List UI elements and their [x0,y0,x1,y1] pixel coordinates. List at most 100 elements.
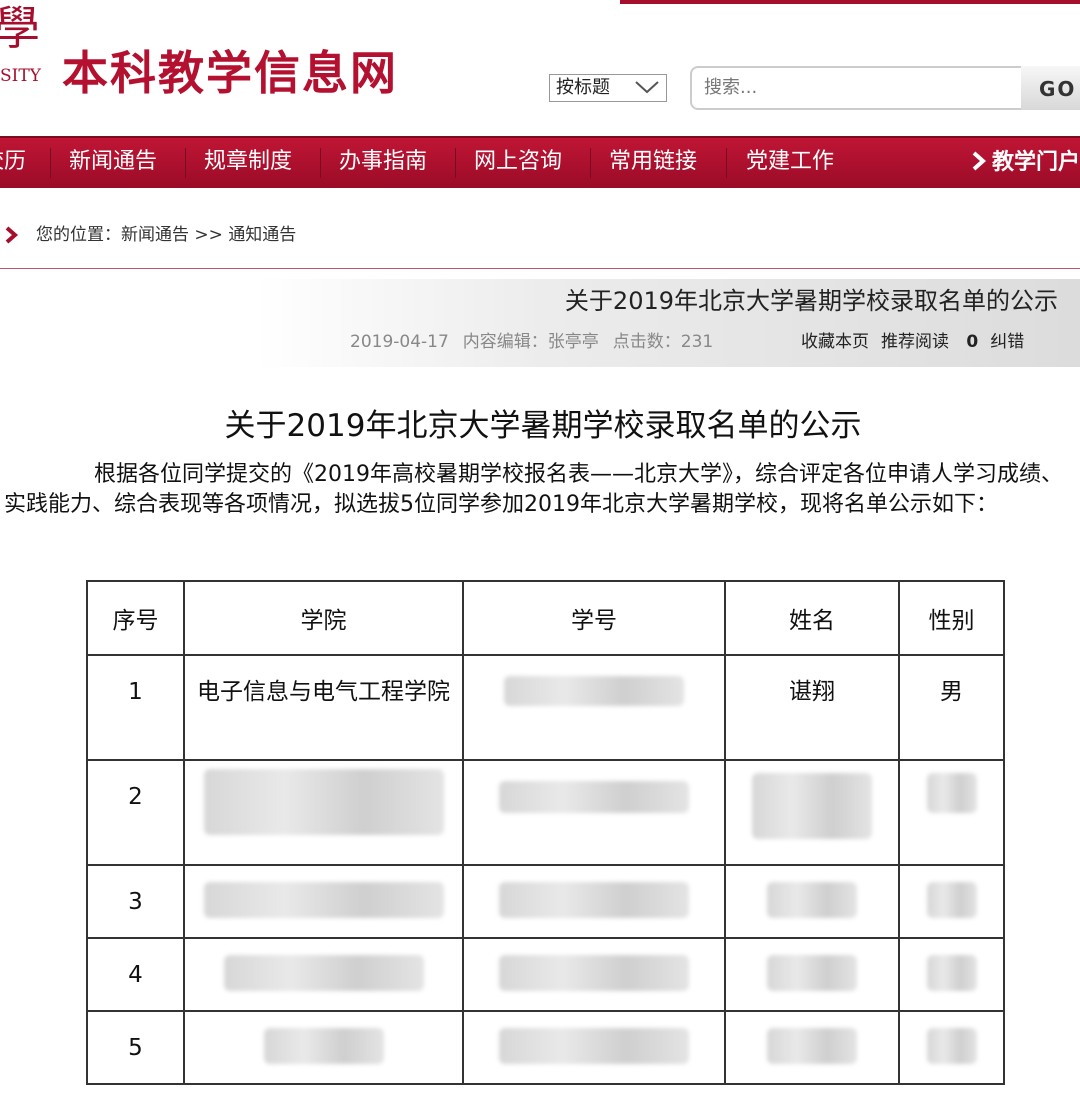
table-cell [898,864,1005,939]
redacted-name [767,882,857,918]
nav-divider [590,148,591,178]
table-cell [183,864,464,939]
nav-item-guide[interactable]: 办事指南 [339,138,427,188]
view-count: 点击数：231 [612,332,714,352]
row-number: 4 [128,962,143,988]
table-row: 1 电子信息与电气工程学院 谌翔 男 [86,654,1005,761]
nav-divider [50,148,51,178]
table-cell [724,1010,900,1085]
table-cell [462,937,726,1012]
column-header: 序号 [86,580,185,656]
search-go-button[interactable]: GO [1021,66,1080,110]
table-row: 4 [86,937,1005,1012]
table-cell [898,759,1005,866]
table-cell [462,654,726,761]
site-title[interactable]: 本科教学信息网 [62,40,398,106]
college-name: 电子信息与电气工程学院 [197,679,450,705]
redacted-college [203,769,444,835]
table-row: 2 [86,759,1005,866]
nav-item-calendar[interactable]: 校历 [0,138,26,188]
redacted-name [767,955,857,991]
nav-item-consult[interactable]: 网上咨询 [474,138,562,188]
table-cell [898,937,1005,1012]
redacted-college [203,882,444,918]
nav-item-regulations[interactable]: 规章制度 [204,138,292,188]
redacted-college [223,955,424,991]
breadcrumb-current[interactable]: 通知通告 [228,225,296,245]
row-number: 1 [128,679,143,705]
article-title: 关于2019年北京大学暑期学校录取名单的公示 [224,408,862,444]
nav-item-party[interactable]: 党建工作 [746,138,834,188]
recommend-link[interactable]: 推荐阅读 0 [881,332,978,352]
column-header: 姓名 [724,580,900,656]
top-accent-bar [620,0,1080,4]
column-header: 性别 [898,580,1005,656]
table-cell [183,1010,464,1085]
redacted-student-id [499,781,689,813]
article-paragraph: 根据各位同学提交的《2019年高校暑期学校报名表——北京大学》，综合评定各位申请… [4,462,1063,517]
redacted-student-id [499,882,689,918]
table-cell: 男 [898,654,1005,761]
redacted-gender [926,1028,977,1064]
university-logo-text: SITY [0,66,41,86]
breadcrumb: 您的位置：新闻通告 >> 通知通告 [36,222,296,248]
search-scope-select[interactable]: 按标题 [549,74,667,102]
table-cell: 谌翔 [724,654,900,761]
nav-divider [455,148,456,178]
table-row: 5 [86,1010,1005,1085]
column-header: 学号 [462,580,726,656]
nav-divider [726,148,727,178]
redacted-gender [926,773,977,813]
article-meta: 2019-04-17 内容编辑：张亭亭 点击数：231 [350,330,727,354]
nav-divider [185,148,186,178]
teaching-portal-link[interactable]: 教学门户 [970,138,1080,188]
table-header-row: 序号 学院 学号 姓名 性别 [86,580,1005,656]
column-header: 学院 [183,580,464,656]
breadcrumb-separator: >> [194,225,223,245]
divider [0,268,1080,269]
table-cell [462,864,726,939]
redacted-student-id [499,1028,689,1064]
editor-info: 内容编辑：张亭亭 [462,332,599,352]
table-cell [724,937,900,1012]
table-cell [724,759,900,866]
university-logo[interactable]: 學 [0,0,40,58]
nav-item-news[interactable]: 新闻通告 [69,138,157,188]
table-cell [462,1010,726,1085]
breadcrumb-section[interactable]: 新闻通告 [121,225,189,245]
redacted-name [752,773,872,839]
row-number: 3 [128,889,143,915]
row-number: 2 [128,784,143,810]
table-cell: 3 [86,864,185,939]
redacted-student-id [499,955,689,991]
search-input[interactable]: 搜索... [690,66,1025,110]
table-cell [183,937,464,1012]
redacted-student-id [504,676,684,706]
redacted-name [767,1028,857,1064]
table-cell [183,759,464,866]
recommend-label: 推荐阅读 [881,332,949,352]
table-row: 3 [86,864,1005,939]
redacted-college [263,1028,384,1064]
search-scope-value: 按标题 [556,77,610,98]
breadcrumb-prefix: 您的位置： [36,225,121,245]
redacted-gender [926,882,977,918]
table-cell: 电子信息与电气工程学院 [183,654,464,761]
table-cell: 1 [86,654,185,761]
article-tools: 收藏本页 推荐阅读 0 纠错 [801,330,1036,354]
chevron-right-icon [972,151,986,171]
main-nav: 校历 新闻通告 规章制度 办事指南 网上咨询 常用链接 党建工作 教学门户 [0,136,1080,188]
article-header-title: 关于2019年北京大学暑期学校录取名单的公示 [564,287,1058,315]
report-error-link[interactable]: 纠错 [990,332,1024,352]
nav-item-links[interactable]: 常用链接 [609,138,697,188]
nav-divider [320,148,321,178]
publish-date: 2019-04-17 [350,332,449,352]
admission-table: 序号 学院 学号 姓名 性别 1 电子信息与电气工程学院 谌翔 男 2 3 4 … [86,580,1005,1085]
chevron-right-icon [5,226,19,244]
row-number: 5 [128,1035,143,1061]
chevron-down-icon [635,81,659,94]
student-name: 谌翔 [789,679,835,705]
teaching-portal-label: 教学门户 [991,150,1080,175]
bookmark-link[interactable]: 收藏本页 [801,332,869,352]
table-cell: 2 [86,759,185,866]
